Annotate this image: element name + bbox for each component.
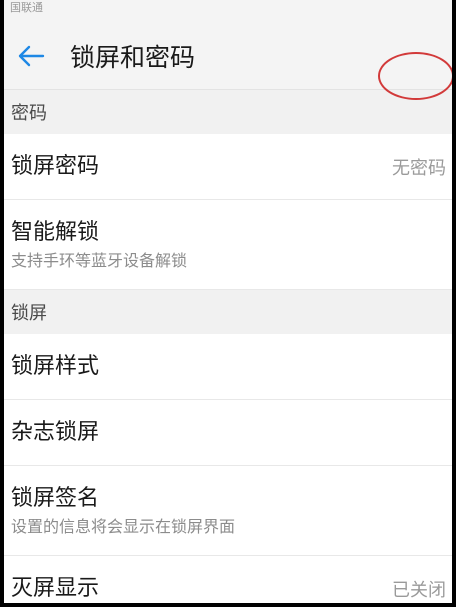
screen: 国联通 锁屏和密码 密码 锁屏密码 无密码 智能解锁 支持手环等蓝牙设备解锁 锁…	[4, 0, 452, 603]
back-button[interactable]	[8, 34, 54, 78]
lockscreen-signature-item[interactable]: 锁屏签名 设置的信息将会显示在锁屏界面	[4, 466, 452, 556]
smart-unlock-label: 智能解锁	[11, 219, 100, 245]
carrier-label: 国联通	[10, 1, 43, 14]
arrow-left-icon	[18, 45, 45, 66]
magazine-lockscreen-label: 杂志锁屏	[11, 419, 100, 445]
page-title: 锁屏和密码	[70, 42, 196, 72]
lock-password-value: 无密码	[392, 157, 446, 179]
screen-off-display-label: 灭屏显示	[11, 575, 100, 601]
screen-off-display-item[interactable]: 灭屏显示 已关闭	[4, 556, 452, 603]
section-header-lockscreen: 锁屏	[4, 290, 452, 334]
status-bar: 国联通	[4, 0, 452, 22]
section-header-password: 密码	[4, 90, 452, 134]
app-bar: 锁屏和密码	[4, 22, 452, 90]
lockscreen-style-label: 锁屏样式	[11, 353, 100, 379]
smart-unlock-item[interactable]: 智能解锁 支持手环等蓝牙设备解锁	[4, 200, 452, 290]
magazine-lockscreen-item[interactable]: 杂志锁屏	[4, 400, 452, 466]
lock-password-item[interactable]: 锁屏密码 无密码	[4, 134, 452, 200]
lockscreen-signature-subtitle: 设置的信息将会显示在锁屏界面	[11, 516, 236, 536]
screen-off-display-value: 已关闭	[392, 579, 446, 601]
lock-password-label: 锁屏密码	[11, 153, 100, 179]
smart-unlock-subtitle: 支持手环等蓝牙设备解锁	[11, 250, 188, 270]
lockscreen-signature-label: 锁屏签名	[11, 485, 100, 511]
lockscreen-style-item[interactable]: 锁屏样式	[4, 334, 452, 400]
